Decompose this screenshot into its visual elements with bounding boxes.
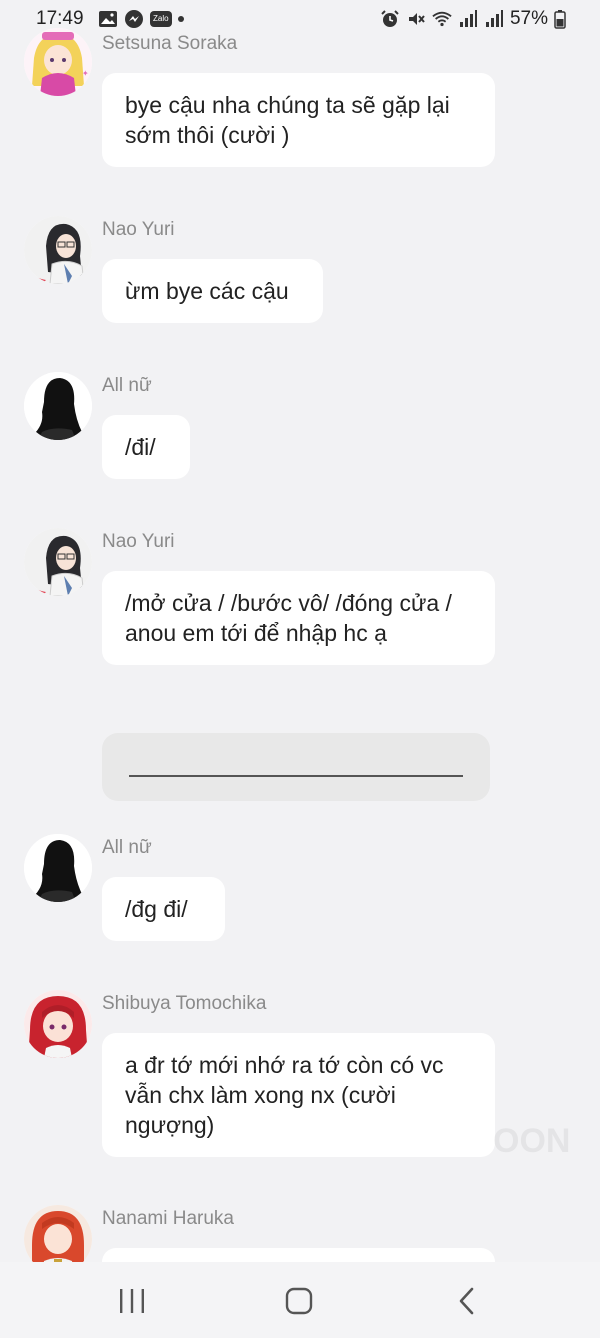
zalo-icon: Zalo [150, 11, 172, 27]
signal-icon [459, 10, 477, 27]
gallery-icon [99, 11, 117, 27]
avatar[interactable] [24, 372, 92, 440]
status-time: 17:49 [36, 8, 84, 29]
wifi-icon [432, 11, 452, 27]
recent-apps-icon[interactable] [112, 1284, 152, 1318]
system-nav-bar [0, 1262, 600, 1338]
status-right-icons: 57% [380, 8, 566, 30]
dark-hair-glasses-avatar-icon [24, 216, 92, 284]
sender-name: Nao Yuri [102, 531, 175, 552]
mute-icon [408, 13, 425, 25]
red-hair-avatar-icon [24, 990, 92, 1058]
message-bubble[interactable]: bye cậu nha chúng ta sẽ gặp lại sớm thôi… [102, 73, 495, 167]
notification-dot-icon [177, 16, 184, 22]
message-bubble[interactable] [102, 1248, 495, 1262]
dark-hair-glasses-avatar-icon [24, 528, 92, 596]
sender-name: Nao Yuri [102, 219, 175, 240]
silhouette-avatar-icon [24, 372, 92, 440]
avatar[interactable] [24, 528, 92, 596]
signal-icon [485, 10, 503, 27]
battery-icon [554, 10, 566, 29]
message-bubble[interactable]: /đg đi/ [102, 877, 225, 941]
status-left-icons: Zalo [98, 9, 184, 29]
avatar[interactable] [24, 216, 92, 284]
sender-name: Shibuya Tomochika [102, 993, 267, 1014]
message-bubble[interactable]: /mở cửa / /bước vô/ /đóng cửa / anou em … [102, 571, 495, 665]
home-icon[interactable] [279, 1284, 319, 1318]
messenger-icon [125, 10, 143, 28]
svg-text:✦: ✦ [82, 69, 89, 78]
back-icon[interactable] [447, 1284, 487, 1318]
message-bubble[interactable]: a đr tớ mới nhớ ra tớ còn có vc vẫn chx … [102, 1033, 495, 1157]
watermark: OON [493, 1122, 571, 1160]
chat-message-list[interactable]: ✦ Setsuna Soraka bye cậu nha chúng ta sẽ… [0, 0, 600, 1262]
divider-line [129, 775, 463, 777]
avatar[interactable] [24, 990, 92, 1058]
avatar[interactable] [24, 834, 92, 902]
sender-name: Nanami Haruka [102, 1208, 234, 1229]
avatar[interactable] [24, 1205, 92, 1262]
sender-name: All nữ [102, 375, 152, 396]
message-bubble[interactable]: /đi/ [102, 415, 190, 479]
status-bar: 17:49 Zalo 57% [0, 0, 600, 40]
silhouette-avatar-icon [24, 834, 92, 902]
message-bubble[interactable]: ừm bye các cậu [102, 259, 323, 323]
battery-percent: 57% [509, 8, 548, 29]
divider-bubble [102, 733, 490, 801]
alarm-icon [381, 10, 399, 27]
orange-hair-avatar-icon [24, 1205, 92, 1262]
sender-name: All nữ [102, 837, 152, 858]
